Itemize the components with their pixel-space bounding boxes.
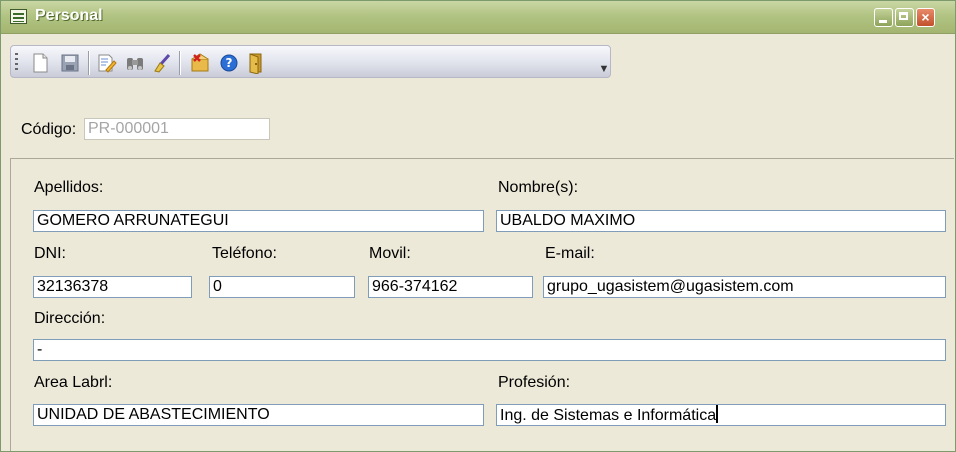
apellidos-field[interactable]: GOMERO ARRUNATEGUI [33, 210, 484, 232]
help-icon[interactable]: ? [218, 52, 240, 74]
search-icon[interactable] [124, 52, 146, 74]
area-field[interactable]: UNIDAD DE ABASTECIMIENTO [33, 404, 484, 426]
telefono-field[interactable]: 0 [209, 276, 355, 298]
telefono-label: Teléfono: [212, 245, 277, 262]
profesion-label: Profesión: [498, 374, 571, 391]
toolbar-separator [179, 51, 180, 75]
save-icon[interactable] [59, 52, 81, 74]
svg-text:?: ? [226, 56, 233, 70]
email-field[interactable]: grupo_ugasistem@ugasistem.com [543, 276, 946, 298]
personal-window: Personal × ? ▼ Código: PR-000001 Apellid… [0, 0, 956, 452]
edit-icon[interactable] [95, 52, 117, 74]
dni-field[interactable]: 32136378 [33, 276, 192, 298]
direccion-label: Dirección: [34, 310, 106, 327]
area-label: Area Labrl: [34, 374, 113, 391]
exit-icon[interactable] [245, 52, 267, 74]
maximize-button[interactable] [895, 8, 914, 27]
toolbar-overflow-chevron-icon[interactable]: ▼ [598, 49, 610, 75]
new-icon[interactable] [29, 52, 51, 74]
minimize-button[interactable] [874, 8, 893, 27]
movil-field[interactable]: 966-374162 [368, 276, 533, 298]
toolbar-separator [88, 51, 89, 75]
direccion-field[interactable]: - [33, 339, 946, 361]
title-bar[interactable]: Personal × [1, 1, 955, 34]
movil-label: Movil: [369, 245, 411, 262]
dni-label: DNI: [34, 245, 66, 262]
codigo-field[interactable]: PR-000001 [84, 118, 270, 140]
close-button[interactable]: × [916, 8, 935, 27]
apellidos-label: Apellidos: [34, 179, 104, 196]
profesion-value: Ing. de Sistemas e Informática [500, 407, 717, 424]
delete-icon[interactable] [189, 52, 211, 74]
text-cursor [716, 407, 718, 424]
nombres-label: Nombre(s): [498, 179, 579, 196]
profesion-field[interactable]: Ing. de Sistemas e Informática [496, 404, 946, 426]
clean-icon[interactable] [151, 52, 173, 74]
window-title: Personal [35, 7, 103, 24]
codigo-label: Código: [21, 121, 77, 138]
email-label: E-mail: [545, 245, 595, 262]
toolbar: ? ▼ [10, 45, 611, 78]
window-form-icon [10, 9, 27, 24]
nombres-field[interactable]: UBALDO MAXIMO [496, 210, 946, 232]
toolbar-grip[interactable] [15, 53, 18, 73]
